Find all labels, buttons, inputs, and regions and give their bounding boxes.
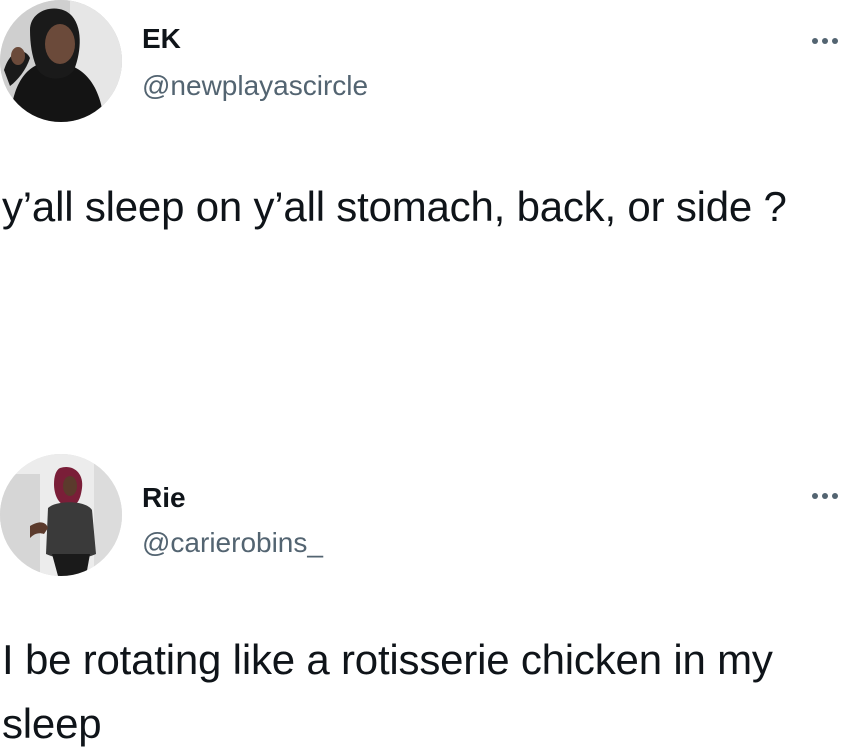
avatar-photo-rie xyxy=(0,454,122,576)
more-options-button[interactable] xyxy=(807,486,843,506)
display-name[interactable]: Rie xyxy=(142,481,186,515)
display-name[interactable]: EK xyxy=(142,22,181,56)
avatar-rie[interactable] xyxy=(0,454,122,576)
tweet-ek: EK @newplayascircle y’all sleep on y’all… xyxy=(0,0,849,420)
avatar-ek[interactable] xyxy=(0,0,122,122)
user-handle[interactable]: @carierobins_ xyxy=(142,526,323,560)
avatar-photo-ek xyxy=(0,0,122,122)
more-horizontal-icon xyxy=(812,493,838,499)
user-handle[interactable]: @newplayascircle xyxy=(142,69,368,103)
tweet-text: y’all sleep on y’all stomach, back, or s… xyxy=(2,183,787,230)
more-options-button[interactable] xyxy=(807,31,843,51)
tweet-text: I be rotating like a rotisserie chicken … xyxy=(2,636,773,747)
more-horizontal-icon xyxy=(812,38,838,44)
tweet-rie: Rie @carierobins_ I be rotating like a r… xyxy=(0,452,849,756)
